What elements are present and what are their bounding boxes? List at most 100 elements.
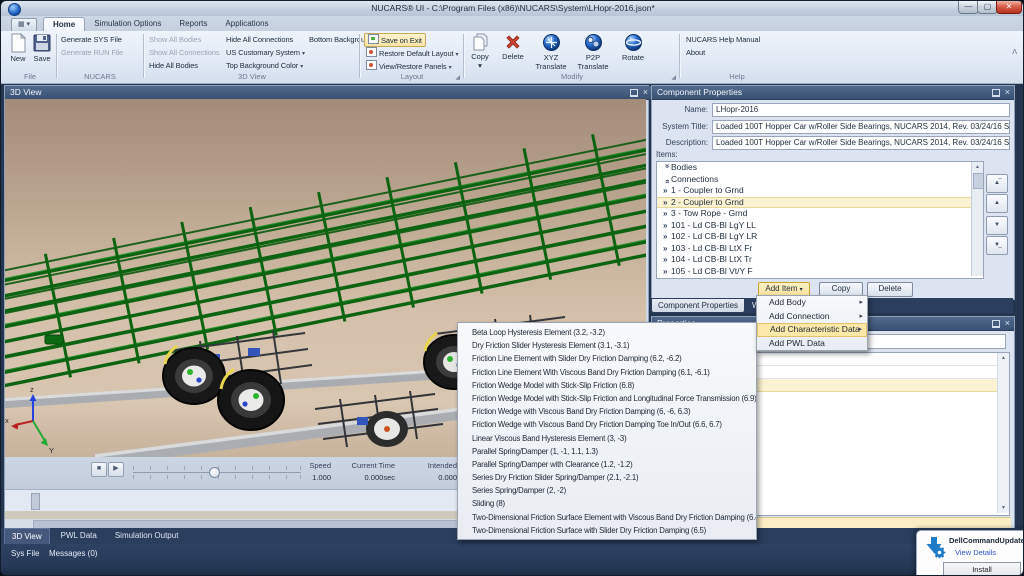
p2p-translate-button[interactable]: P2P Translate <box>574 33 612 69</box>
save-on-exit-toggle[interactable]: Save on Exit <box>364 33 426 47</box>
menu-item[interactable]: Add PWL Data <box>757 337 867 351</box>
dialog-launcher-icon[interactable]: ◢ <box>671 74 676 81</box>
title-bar: NUCARS® UI - C:\Program Files (x86)\NUCA… <box>1 1 1024 17</box>
close-panel-icon[interactable]: × <box>1005 319 1010 328</box>
close-panel-icon[interactable]: × <box>643 88 648 97</box>
scrollbar-thumb[interactable] <box>973 173 984 189</box>
dock-tab[interactable]: Component Properties <box>652 299 744 312</box>
menu-item[interactable]: Friction Wedge Model with Stick-Slip Fri… <box>458 379 756 392</box>
save-button[interactable]: Save <box>29 33 55 69</box>
hide-all-connections-button[interactable]: Hide All Connections <box>226 34 293 46</box>
view-details-link[interactable]: View Details <box>955 548 996 557</box>
show-all-connections-button[interactable]: Show All Connections <box>149 47 220 59</box>
status-sys-file[interactable]: Sys File <box>11 547 39 561</box>
minimize-button[interactable]: — <box>958 1 979 14</box>
maximize-button[interactable]: ▢ <box>977 1 998 14</box>
chevron-icon: » <box>663 243 671 255</box>
system-title-input[interactable]: Loaded 100T Hopper Car w/Roller Side Bea… <box>712 120 1010 134</box>
slider-thumb[interactable] <box>209 467 220 478</box>
move-up-button[interactable]: ▲ <box>986 194 1008 213</box>
scroll-down-icon[interactable]: ▼ <box>998 503 1009 513</box>
items-list[interactable]: »Bodies »Connections »1 - Coupler to Grn… <box>656 161 984 279</box>
menu-item[interactable]: Friction Line Element with Slider Dry Fr… <box>458 352 756 365</box>
items-list-scrollbar[interactable]: ▲ <box>971 162 983 276</box>
menu-item[interactable]: Two-Dimensional Friction Surface with Sl… <box>458 524 756 537</box>
list-item[interactable]: »2 - Coupler to Grnd <box>657 197 983 209</box>
stop-button[interactable]: ■ <box>91 462 107 477</box>
menu-item[interactable]: Add Characteristic Data ▸ <box>757 323 867 337</box>
menu-item[interactable]: Sliding (8) <box>458 497 756 510</box>
status-messages[interactable]: Messages (0) <box>49 547 97 561</box>
move-to-top-button[interactable]: ▲̅ <box>986 174 1008 193</box>
group-label-file: File <box>5 72 55 81</box>
bottom-tab[interactable]: Simulation Output <box>108 528 186 544</box>
move-down-button[interactable]: ▼ <box>986 216 1008 235</box>
list-item[interactable]: »Connections <box>657 174 983 186</box>
move-to-bottom-button[interactable]: ▼̲ <box>986 236 1008 255</box>
list-item[interactable]: »103 - Ld CB-Bl LtX Fr <box>657 243 983 255</box>
delete-item-button[interactable]: Delete <box>867 282 913 297</box>
close-button[interactable]: ✕ <box>996 1 1022 14</box>
menu-item[interactable]: Add Body ▸ <box>757 296 867 310</box>
new-button[interactable]: New <box>5 33 31 69</box>
restore-default-layout-dropdown[interactable]: Restore Default Layout ▾ <box>366 47 458 59</box>
menu-item[interactable]: Friction Line Element With Viscous Band … <box>458 366 756 379</box>
view-restore-panels-dropdown[interactable]: View/Restore Panels ▾ <box>366 60 452 72</box>
bottom-tab[interactable]: PWL Data <box>54 528 104 544</box>
hide-all-bodies-button[interactable]: Hide All Bodies <box>149 60 198 72</box>
us-customary-system-dropdown[interactable]: US Customary System ▾ <box>226 47 305 59</box>
menu-item[interactable]: Dry Friction Slider Hysteresis Element (… <box>458 339 756 352</box>
delete-button[interactable]: Delete <box>498 33 528 69</box>
list-item[interactable]: »3 - Tow Rope - Grnd <box>657 208 983 220</box>
generate-run-file-button[interactable]: Generate RUN File <box>61 47 123 59</box>
menu-item[interactable]: Linear Viscous Band Hysteresis Element (… <box>458 432 756 445</box>
menu-item[interactable]: Friction Wedge Model with Stick-Slip Fri… <box>458 392 756 405</box>
ribbon-tab[interactable]: Home <box>43 17 85 32</box>
bottom-tab[interactable]: 3D View <box>4 528 50 545</box>
top-background-color-dropdown[interactable]: Top Background Color ▾ <box>226 60 303 72</box>
show-all-bodies-button[interactable]: Show All Bodies <box>149 34 201 46</box>
play-button[interactable]: ▶ <box>108 462 124 477</box>
about-button[interactable]: About <box>686 47 705 59</box>
list-item[interactable]: »101 - Ld CB-Bl LgY LL <box>657 220 983 232</box>
scroll-up-icon[interactable]: ▲ <box>998 353 1009 363</box>
collapse-ribbon-icon[interactable]: ᐱ <box>1012 48 1017 56</box>
menu-item[interactable]: Friction Wedge with Viscous Band Dry Fri… <box>458 405 756 418</box>
menu-item[interactable]: Two-Dimensional Friction Surface Element… <box>458 511 756 524</box>
copy-button[interactable]: Copy ▾ <box>466 33 494 69</box>
ribbon-tab[interactable]: Applications <box>216 17 277 31</box>
menu-item[interactable]: Series Spring/Damper (2, -2) <box>458 484 756 497</box>
list-item[interactable]: »1 - Coupler to Grnd <box>657 185 983 197</box>
description-input[interactable]: Loaded 100T Hopper Car w/Roller Side Bea… <box>712 136 1010 150</box>
pin-icon[interactable] <box>992 320 1000 328</box>
ribbon-tab[interactable]: Reports <box>170 17 216 31</box>
xyz-translate-button[interactable]: XYZ Translate <box>532 33 570 69</box>
pin-icon[interactable] <box>992 89 1000 97</box>
name-input[interactable]: LHopr-2016 <box>712 103 1010 117</box>
list-item[interactable]: »105 - Ld CB-Bl Vt/Y F <box>657 266 983 278</box>
menu-item[interactable]: Parallel Spring/Damper (1, -1, 1.1, 1.3) <box>458 445 756 458</box>
generate-sys-file-button[interactable]: Generate SYS File <box>61 34 122 46</box>
properties-scrollbar[interactable]: ▲ ▼ <box>997 353 1009 513</box>
dialog-launcher-icon[interactable]: ◢ <box>455 74 460 81</box>
menu-item[interactable]: Parallel Spring/Damper with Clearance (1… <box>458 458 756 471</box>
list-item[interactable]: »Bodies <box>657 162 983 174</box>
rotate-button[interactable]: Rotate <box>616 33 650 69</box>
menu-item[interactable]: Series Dry Friction Slider Spring/Damper… <box>458 471 756 484</box>
menu-item[interactable]: Beta Loop Hysteresis Element (3.2, -3.2) <box>458 326 756 339</box>
install-button[interactable]: Install <box>943 562 1021 576</box>
list-item[interactable]: »104 - Ld CB-Bl LtX Tr <box>657 254 983 266</box>
add-item-menu: Add Body ▸ Add Connection ▸ Add Characte… <box>756 295 868 351</box>
timeline-handle[interactable] <box>31 493 40 510</box>
list-item[interactable]: »102 - Ld CB-Bl LgY LR <box>657 231 983 243</box>
app-menu-button[interactable]: ▦ ▾ <box>11 18 37 32</box>
playback-slider[interactable] <box>133 472 301 473</box>
close-panel-icon[interactable]: × <box>1005 88 1010 97</box>
pin-icon[interactable] <box>630 89 638 97</box>
menu-item[interactable]: Add Connection ▸ <box>757 310 867 324</box>
menu-item[interactable]: Friction Wedge with Viscous Band Dry Fri… <box>458 418 756 431</box>
ribbon-tab[interactable]: Simulation Options <box>85 17 170 31</box>
scroll-up-icon[interactable]: ▲ <box>972 162 983 172</box>
nucars-help-manual-button[interactable]: NUCARS Help Manual <box>686 34 760 46</box>
chevron-down-icon: ▾ <box>456 52 459 58</box>
